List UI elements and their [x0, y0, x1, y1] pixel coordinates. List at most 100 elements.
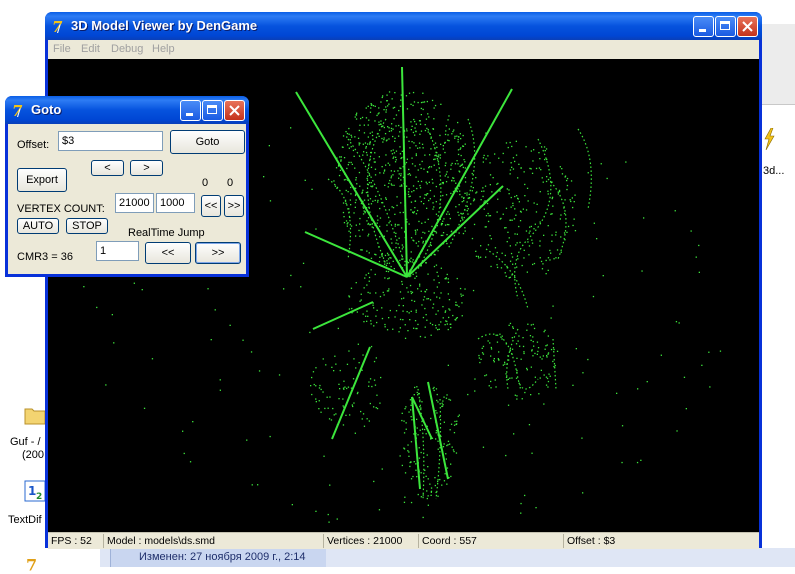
point [396, 114, 397, 115]
point [388, 163, 389, 164]
point [574, 201, 575, 202]
point [426, 262, 427, 263]
point [398, 305, 399, 306]
textdiff-icon[interactable]: 1 2 [24, 480, 46, 502]
counter-left: 0 [202, 177, 208, 189]
goto-title: Goto [31, 102, 61, 117]
point [350, 199, 351, 200]
point [400, 327, 401, 328]
point [393, 107, 394, 108]
desktop-icon-label-1: Guf - / [10, 436, 41, 448]
minimize-icon [186, 113, 193, 116]
point [392, 136, 393, 137]
point [548, 335, 549, 336]
point [430, 418, 431, 419]
point [428, 231, 429, 232]
jump-input[interactable] [96, 241, 139, 261]
point [379, 226, 380, 227]
app-shortcut-icon[interactable]: 7 [24, 552, 46, 574]
point [474, 390, 475, 391]
point [440, 104, 441, 105]
point [447, 140, 448, 141]
jump-forward-button[interactable]: >> [195, 242, 241, 264]
point [400, 291, 401, 292]
point [533, 324, 534, 325]
main-titlebar[interactable]: 7 / 3D Model Viewer by DenGame [45, 12, 762, 40]
point [445, 165, 446, 166]
prev-button[interactable]: < [91, 160, 124, 176]
close-button[interactable] [737, 16, 758, 37]
point [521, 359, 522, 360]
point [464, 217, 465, 218]
point [405, 324, 406, 325]
point [416, 386, 417, 387]
point [328, 408, 329, 409]
point [505, 255, 506, 256]
stop-button[interactable]: STOP [66, 218, 108, 234]
point [505, 227, 506, 228]
point [391, 150, 392, 151]
forward-button[interactable]: >> [224, 195, 244, 217]
point [438, 154, 439, 155]
export-button[interactable]: Export [17, 168, 67, 192]
rewind-button[interactable]: << [201, 195, 221, 217]
point [445, 175, 446, 176]
point [458, 139, 459, 140]
point [401, 157, 402, 158]
goto-maximize-button[interactable] [202, 100, 223, 121]
point [355, 367, 356, 368]
vertex-count-input[interactable] [115, 193, 154, 213]
point [382, 166, 383, 167]
goto-titlebar[interactable]: 7 / Goto [5, 96, 249, 124]
point [536, 168, 537, 169]
point [446, 243, 447, 244]
point [691, 230, 692, 231]
maximize-button[interactable] [715, 16, 736, 37]
point [300, 286, 301, 287]
point [370, 133, 371, 134]
folder-icon[interactable] [24, 404, 46, 426]
point [371, 103, 372, 104]
menu-debug[interactable]: Debug [111, 43, 143, 55]
point [431, 491, 432, 492]
point [447, 323, 448, 324]
point [368, 217, 369, 218]
minimize-icon [699, 29, 706, 32]
point [538, 152, 539, 153]
vertex-step-input[interactable] [156, 193, 195, 213]
point [409, 466, 410, 467]
point [412, 476, 413, 477]
goto-minimize-button[interactable] [180, 100, 201, 121]
minimize-button[interactable] [693, 16, 714, 37]
jump-back-button[interactable]: << [145, 242, 191, 264]
point [452, 163, 453, 164]
point [456, 136, 457, 137]
menu-file[interactable]: File [53, 43, 71, 55]
point [368, 386, 369, 387]
point [532, 173, 533, 174]
menu-help[interactable]: Help [152, 43, 175, 55]
point [438, 276, 439, 277]
point [537, 204, 538, 205]
point [335, 186, 336, 187]
point [446, 321, 447, 322]
point [510, 261, 511, 262]
auto-button[interactable]: AUTO [17, 218, 59, 234]
point [375, 161, 376, 162]
point [594, 223, 595, 224]
point [462, 315, 463, 316]
point [533, 149, 534, 150]
point [361, 294, 362, 295]
offset-input[interactable] [58, 131, 163, 151]
point [391, 123, 392, 124]
point [416, 276, 417, 277]
goto-close-button[interactable] [224, 100, 245, 121]
point [368, 381, 369, 382]
menu-edit[interactable]: Edit [81, 43, 100, 55]
point [463, 233, 464, 234]
goto-button[interactable]: Goto [170, 130, 245, 154]
next-button[interactable]: > [130, 160, 163, 176]
lightning-icon[interactable] [763, 128, 775, 150]
point [499, 334, 500, 335]
point [401, 298, 402, 299]
